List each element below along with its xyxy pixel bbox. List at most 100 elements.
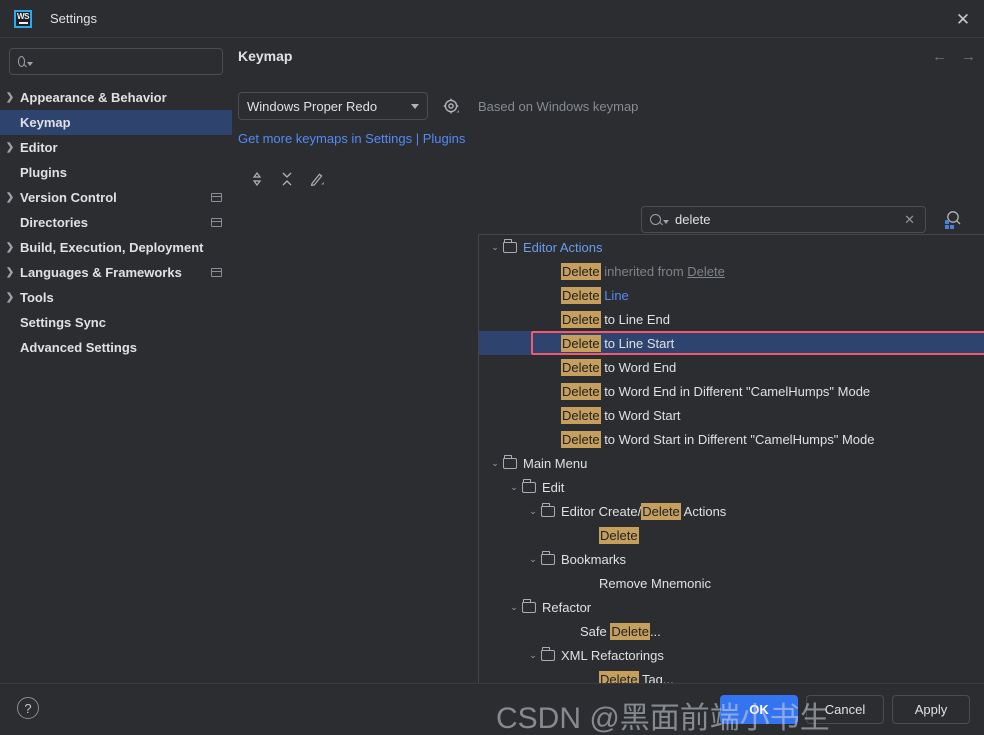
sidebar-item-tools[interactable]: ❯ Tools: [0, 285, 232, 310]
apply-button[interactable]: Apply: [892, 695, 970, 724]
sidebar-item-version-control[interactable]: ❯ Version Control: [0, 185, 232, 210]
chevron-down-icon[interactable]: ⌄: [506, 482, 522, 493]
folder-icon: [541, 503, 555, 517]
settings-window: WS Settings ✕ ❯Appearance & Behavior❯Key…: [0, 0, 984, 735]
find-by-shortcut-icon[interactable]: [942, 208, 964, 230]
cancel-button[interactable]: Cancel: [806, 695, 884, 724]
sidebar-item-build-execution-deployment[interactable]: ❯ Build, Execution, Deployment: [0, 235, 232, 260]
chevron-down-icon[interactable]: ⌄: [487, 242, 503, 253]
tree-group-row[interactable]: ⌄ XML Refactorings: [479, 643, 984, 667]
window-title: Settings: [50, 11, 97, 26]
collapse-all-icon[interactable]: [278, 170, 296, 188]
sidebar-item-label: Build, Execution, Deployment: [20, 240, 204, 255]
tree-row-label: Refactor: [542, 600, 591, 615]
sidebar-item-label: Settings Sync: [20, 315, 106, 330]
tree-action-row[interactable]: ⌄Remove Mnemonic: [479, 571, 984, 595]
chevron-down-icon[interactable]: ⌄: [525, 554, 541, 565]
search-match-highlight: Delete: [610, 622, 650, 640]
tree-action-row[interactable]: ⌄Delete to Word EndCtrl+Delete: [479, 355, 984, 379]
sidebar-item-settings-sync[interactable]: ❯Settings Sync: [0, 310, 232, 335]
chevron-down-icon[interactable]: ⌄: [487, 458, 503, 469]
chevron-down-icon: [663, 220, 669, 224]
tree-action-row[interactable]: ⌄Safe Delete...Alt+Delete: [479, 619, 984, 643]
tree-group-row[interactable]: ⌄ Main Menu: [479, 451, 984, 475]
chevron-down-icon: [27, 62, 33, 66]
sidebar-search-input[interactable]: [38, 54, 214, 69]
sidebar-item-label: Tools: [20, 290, 54, 305]
tree-action-row[interactable]: ⌄Delete inherited from DeleteDelete: [479, 259, 984, 283]
folder-icon: [522, 479, 536, 493]
sidebar-search[interactable]: [9, 48, 223, 75]
search-icon: [18, 56, 25, 67]
keymap-search-input[interactable]: [675, 212, 903, 227]
close-icon[interactable]: ✕: [950, 7, 976, 31]
clear-icon[interactable]: ✕: [902, 212, 917, 228]
ok-button[interactable]: OK: [720, 695, 798, 724]
keymap-tree[interactable]: ⌄ Editor Actions ⌄ Delete inherited from De…: [478, 234, 984, 696]
keymap-select[interactable]: Windows Proper Redo: [238, 92, 428, 120]
tree-row-text: Delete: [687, 263, 725, 279]
tree-action-row[interactable]: ⌄Delete to Word Start in Different "Came…: [479, 427, 984, 451]
tree-row-text: inherited from: [600, 263, 688, 279]
tree-rows: ⌄ Editor Actions ⌄ Delete inherited from De…: [479, 235, 984, 695]
tree-action-row[interactable]: ⌄Delete to Word StartCtrl+Backspace: [479, 403, 984, 427]
search-match-highlight: Delete: [561, 430, 601, 448]
sidebar-item-plugins[interactable]: ❯Plugins: [0, 160, 232, 185]
chevron-right-icon[interactable]: ❯: [0, 142, 20, 153]
tree-row-label: Edit: [542, 480, 564, 495]
tree-action-row[interactable]: ⌄Delete to Line End: [479, 307, 984, 331]
sidebar-item-appearance-behavior[interactable]: ❯ Appearance & Behavior: [0, 85, 232, 110]
tree-row-text: Editor Create/: [561, 503, 642, 519]
tree-row-text: Edit: [542, 479, 565, 495]
project-scope-icon: [211, 268, 222, 277]
tree-row-text: to Line End: [600, 311, 670, 327]
tree-group-row[interactable]: ⌄ Refactor: [479, 595, 984, 619]
tree-group-row[interactable]: ⌄ Editor Actions: [479, 235, 984, 259]
main-body: ❯Appearance & Behavior❯Keymap❯Editor❯Plu…: [0, 38, 984, 696]
keymap-selector-row: Windows Proper Redo Based on Windows key…: [238, 92, 970, 120]
project-scope-icon: [211, 193, 222, 202]
tree-row-text: Editor Actions: [523, 239, 603, 255]
tree-action-row[interactable]: ⌄Delete to Line StartShift+Backspace: [479, 331, 984, 355]
sidebar-item-list: ❯Appearance & Behavior❯Keymap❯Editor❯Plu…: [0, 85, 232, 360]
nav-forward-icon[interactable]: →: [961, 48, 976, 65]
tree-row-text: to Word End in Different "CamelHumps" Mo…: [600, 383, 871, 399]
chevron-right-icon[interactable]: ❯: [0, 242, 20, 253]
tree-row-label: Editor Create/Delete Actions: [561, 502, 726, 520]
sidebar-item-label: Editor: [20, 140, 58, 155]
edit-shortcut-icon[interactable]: [308, 170, 326, 188]
keymap-search[interactable]: ✕: [641, 206, 926, 233]
dialog-buttons: OK Cancel Apply: [720, 695, 970, 724]
tree-group-row[interactable]: ⌄ Edit: [479, 475, 984, 499]
project-scope-icon: [211, 218, 222, 227]
chevron-down-icon[interactable]: ⌄: [525, 650, 541, 661]
tree-group-row[interactable]: ⌄ Bookmarks: [479, 547, 984, 571]
gear-icon[interactable]: [442, 97, 460, 115]
tree-row-text: Bookmarks: [561, 551, 627, 567]
expand-collapse-icon[interactable]: [248, 170, 266, 188]
help-icon[interactable]: ?: [17, 697, 39, 719]
sidebar-item-editor[interactable]: ❯ Editor: [0, 135, 232, 160]
tree-action-row[interactable]: ⌄Delete to Word End in Different "CamelH…: [479, 379, 984, 403]
tree-row-label: Safe Delete...: [580, 622, 661, 640]
chevron-down-icon[interactable]: ⌄: [506, 602, 522, 613]
tree-action-row[interactable]: ⌄DeleteDelete: [479, 523, 984, 547]
chevron-right-icon[interactable]: ❯: [0, 292, 20, 303]
app-icon-text: WS: [17, 12, 29, 21]
chevron-down-icon[interactable]: ⌄: [525, 506, 541, 517]
chevron-right-icon[interactable]: ❯: [0, 192, 20, 203]
tree-row-label: Editor Actions: [523, 240, 603, 255]
nav-back-icon[interactable]: ←: [932, 48, 947, 65]
tree-group-row[interactable]: ⌄ Editor Create/Delete Actions: [479, 499, 984, 523]
sidebar-item-advanced-settings[interactable]: ❯Advanced Settings: [0, 335, 232, 360]
sidebar-item-keymap[interactable]: ❯Keymap: [0, 110, 232, 135]
chevron-right-icon[interactable]: ❯: [0, 267, 20, 278]
tree-action-row[interactable]: ⌄Delete Line: [479, 283, 984, 307]
sidebar-item-languages-frameworks[interactable]: ❯ Languages & Frameworks: [0, 260, 232, 285]
chevron-right-icon[interactable]: ❯: [0, 92, 20, 103]
tree-row-label: Bookmarks: [561, 552, 626, 567]
tree-row-label: Delete to Line Start: [561, 334, 674, 352]
sidebar-item-directories[interactable]: ❯Directories: [0, 210, 232, 235]
folder-icon: [503, 239, 517, 253]
get-more-keymaps-link[interactable]: Get more keymaps in Settings | Plugins: [238, 131, 970, 146]
